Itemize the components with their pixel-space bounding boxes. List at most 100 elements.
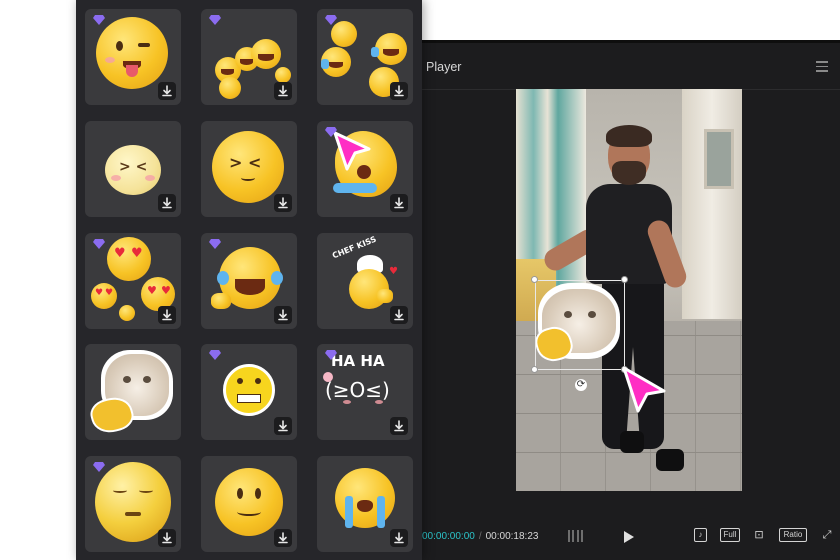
- wink-emoji: [96, 17, 168, 89]
- heart-icon: ♥: [389, 266, 398, 277]
- emoji-closed-eye: [139, 488, 153, 493]
- ratio-button[interactable]: Ratio: [779, 528, 807, 542]
- download-icon[interactable]: [158, 194, 176, 212]
- time-separator: /: [478, 531, 482, 542]
- flower-icon: [323, 372, 333, 382]
- sticker-grimacing[interactable]: [201, 344, 297, 440]
- person-shoe: [620, 431, 644, 453]
- cat-eye: [143, 376, 151, 383]
- crying-emoji: [335, 468, 395, 528]
- pointer-cursor-icon: [333, 131, 371, 171]
- person-beard: [612, 161, 646, 185]
- sticker-ha-ha[interactable]: HA HA (≥O≤): [317, 344, 413, 440]
- grimacing-emoji: [223, 364, 275, 416]
- emoji-mouth: [329, 62, 343, 68]
- fit-icon[interactable]: ⊡: [752, 528, 766, 542]
- sticker-cat-phone[interactable]: [85, 344, 181, 440]
- emoji-tear: [377, 496, 385, 528]
- sticker-selection-box[interactable]: [535, 280, 625, 370]
- timecode: 00:00:00:00/00:00:18:23: [422, 531, 538, 542]
- player-title: Player: [426, 60, 462, 74]
- laughing-emoji: [219, 77, 241, 99]
- download-icon[interactable]: [274, 417, 292, 435]
- heart-eye-icon: ♥: [131, 246, 143, 261]
- sticker-laughing-pile[interactable]: [201, 9, 297, 105]
- person-hair: [606, 125, 652, 147]
- download-icon[interactable]: [274, 194, 292, 212]
- full-button[interactable]: Full: [720, 528, 740, 542]
- sticker-happy-blushing[interactable]: > <: [85, 121, 181, 217]
- download-icon[interactable]: [390, 529, 408, 547]
- resize-handle[interactable]: [621, 276, 628, 283]
- tiktok-button[interactable]: ♪: [694, 528, 707, 542]
- emoji-eye: [255, 488, 261, 499]
- emoji-blush: [145, 175, 155, 181]
- emoji-mouth: [258, 54, 274, 61]
- kaomoji-text: (≥O≤): [325, 378, 390, 402]
- emoji-mouth: [237, 508, 261, 516]
- rotate-icon[interactable]: ⟳: [575, 379, 587, 391]
- download-icon[interactable]: [274, 82, 292, 100]
- emoji-blush: [343, 400, 351, 404]
- emoji-teeth: [237, 394, 261, 403]
- sticker-relieved[interactable]: [85, 456, 181, 552]
- grid-icon[interactable]: [568, 530, 584, 542]
- download-icon[interactable]: [390, 82, 408, 100]
- download-icon[interactable]: [158, 529, 176, 547]
- emoji-mouth: [241, 175, 255, 181]
- sticker-slight-smile[interactable]: [201, 456, 297, 552]
- sticker-crying-hand[interactable]: [317, 121, 413, 217]
- emoji-eye: [237, 378, 243, 384]
- emoji-tear: [217, 271, 229, 285]
- emoji-tongue: [126, 65, 138, 77]
- pointer-cursor-icon: [622, 366, 666, 413]
- emoji-wink-eye: [138, 43, 150, 47]
- time-current: 00:00:00:00: [422, 531, 475, 542]
- sticker-crying-laughing-group[interactable]: [317, 9, 413, 105]
- emoji-eyes: > <: [229, 153, 262, 172]
- emoji-eye: [255, 378, 261, 384]
- laughing-emoji: [275, 67, 291, 83]
- emoji-tear: [333, 183, 377, 193]
- emoji-eyes: > <: [119, 159, 148, 175]
- sticker-smiling-closed-eyes[interactable]: > <: [201, 121, 297, 217]
- heart-eye-icon: ♥: [114, 246, 126, 261]
- download-icon[interactable]: [158, 306, 176, 324]
- video-window: [704, 129, 734, 189]
- person-shoe: [656, 449, 684, 471]
- download-icon[interactable]: [274, 529, 292, 547]
- emoji-mouth: [240, 59, 253, 65]
- download-icon[interactable]: [390, 194, 408, 212]
- emoji-blush: [105, 57, 115, 63]
- heart-eye-icon: ♥: [105, 288, 114, 298]
- sticker-loudly-crying[interactable]: [317, 456, 413, 552]
- player-header: Player: [418, 43, 840, 90]
- emoji-tear: [371, 47, 379, 57]
- time-total: 00:00:18:23: [485, 531, 539, 542]
- sticker-wink-tongue[interactable]: [85, 9, 181, 105]
- heart-eye-icon: ♥: [95, 288, 104, 298]
- sticker-heart-eyes-group[interactable]: ♥ ♥ ♥ ♥ ♥ ♥: [85, 233, 181, 329]
- emoji-mouth: [235, 279, 265, 295]
- emoji-hand: [211, 293, 231, 309]
- resize-handle[interactable]: [531, 276, 538, 283]
- download-icon[interactable]: [158, 82, 176, 100]
- video-wall-right: [682, 89, 742, 319]
- sticker-chef-kiss[interactable]: CHEF KISS ♥: [317, 233, 413, 329]
- expand-icon[interactable]: ⤢: [820, 528, 834, 542]
- heart-eye-icon: ♥: [147, 284, 157, 297]
- cat-eye: [123, 376, 131, 383]
- menu-icon[interactable]: [816, 61, 828, 72]
- download-icon[interactable]: [390, 417, 408, 435]
- emoji-mouth: [383, 49, 399, 56]
- emoji-tear: [345, 496, 353, 528]
- play-icon[interactable]: [624, 531, 634, 543]
- emoji-blush: [375, 400, 383, 404]
- download-icon[interactable]: [390, 306, 408, 324]
- resize-handle[interactable]: [531, 366, 538, 373]
- emoji-hand: [377, 289, 393, 303]
- emoji-tear: [321, 59, 329, 69]
- sticker-laughing-tears[interactable]: [201, 233, 297, 329]
- download-icon[interactable]: [274, 306, 292, 324]
- player-panel: Player ⟳ 00:00:00:00/00:00:18:23 ♪ Full …: [418, 40, 840, 560]
